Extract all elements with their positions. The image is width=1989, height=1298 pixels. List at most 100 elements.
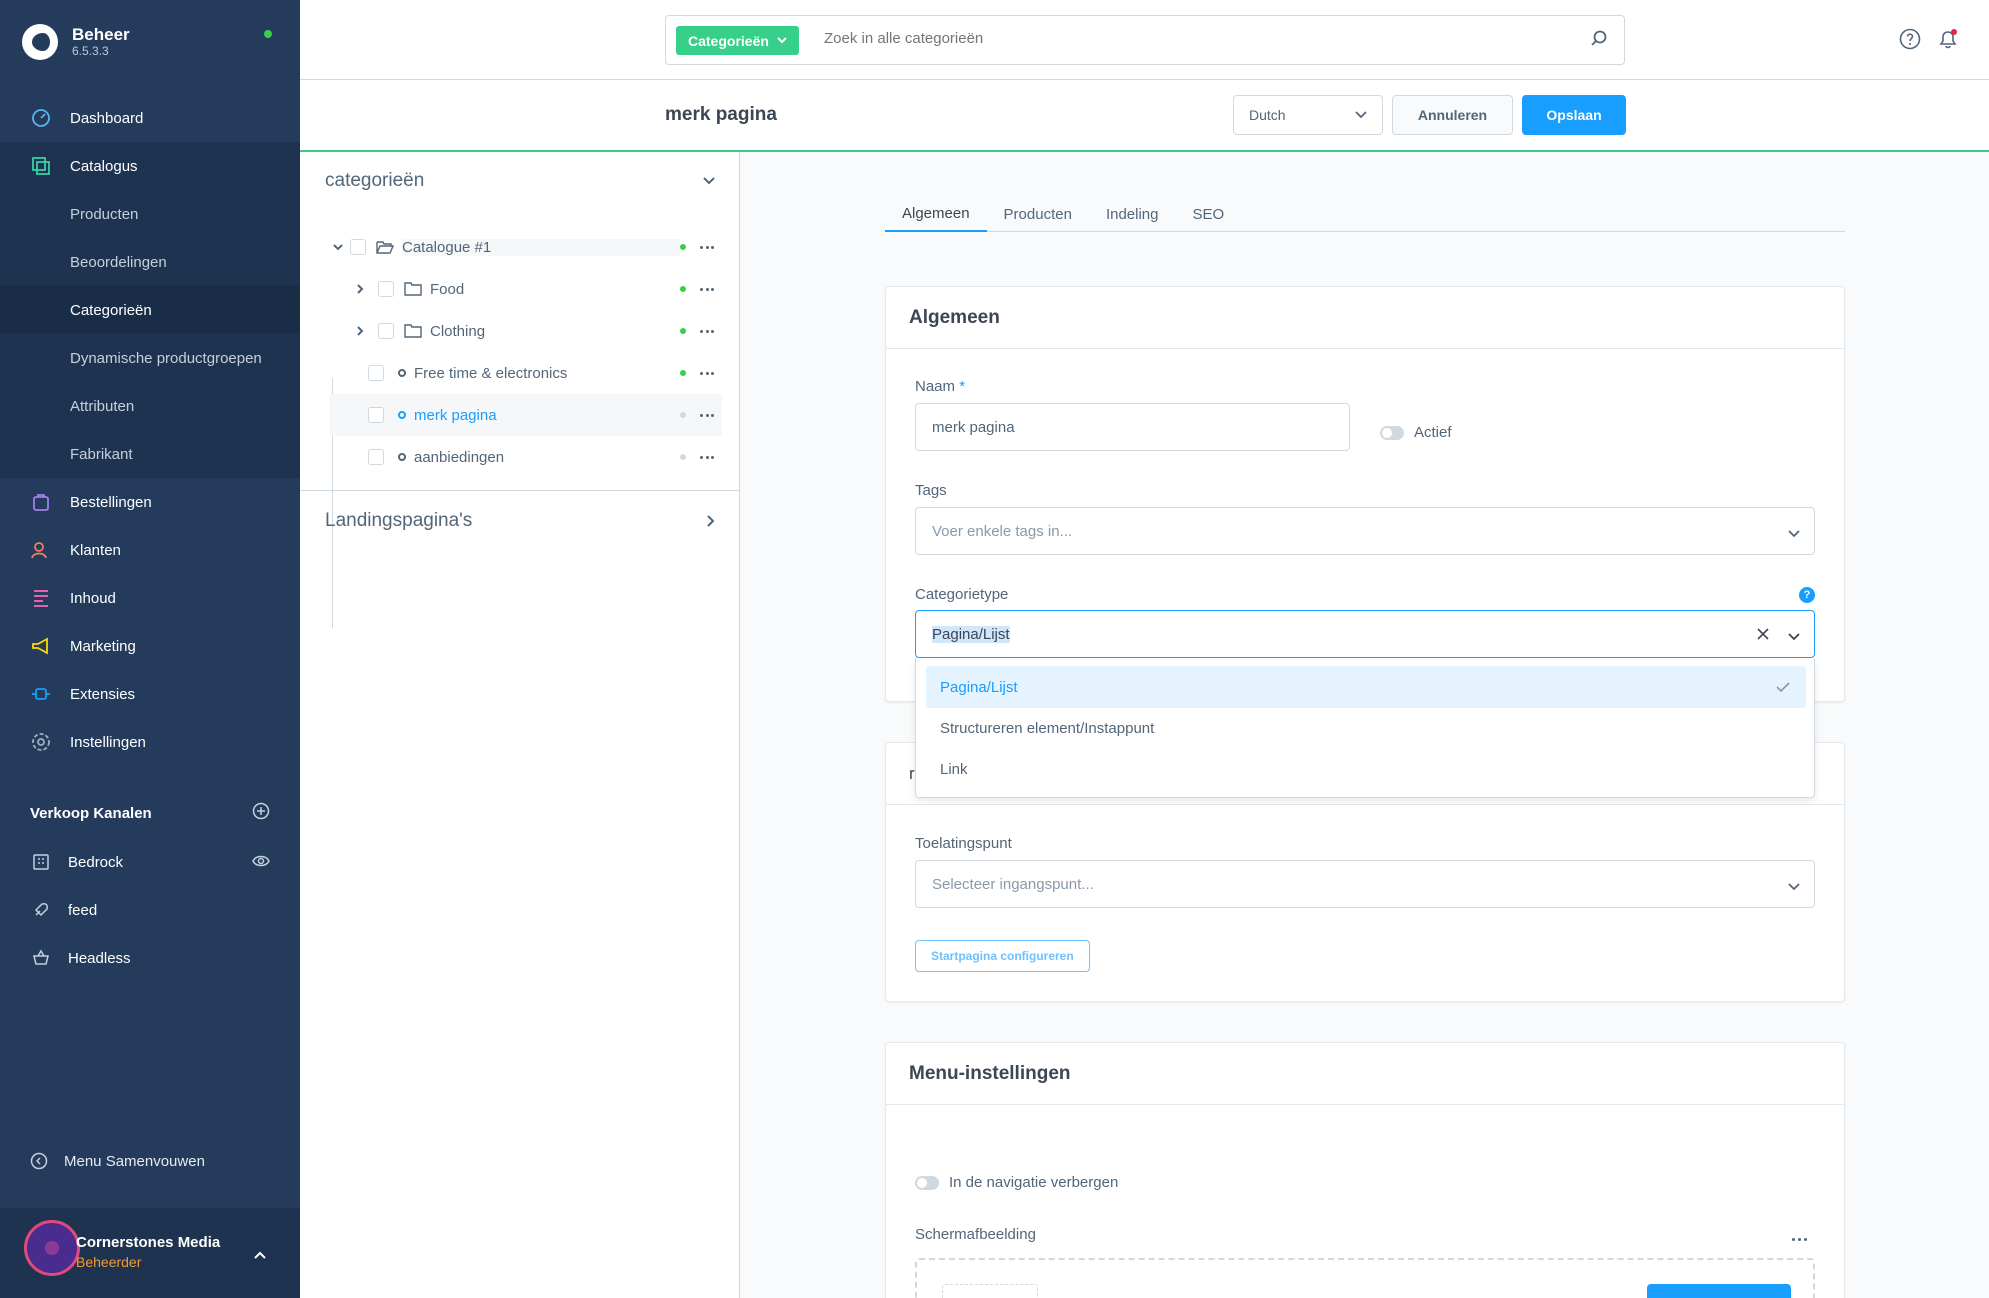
landing-pages-section[interactable]: Landingspagina's bbox=[300, 490, 740, 550]
tree-checkbox[interactable] bbox=[368, 449, 384, 465]
sub-products[interactable]: Producten bbox=[0, 190, 300, 238]
tab-products[interactable]: Producten bbox=[987, 196, 1089, 232]
eye-icon[interactable] bbox=[252, 854, 270, 872]
user-profile[interactable]: Cornerstones Media Beheerder bbox=[0, 1208, 300, 1298]
tab-general[interactable]: Algemeen bbox=[885, 196, 987, 232]
chevron-right-icon[interactable] bbox=[352, 284, 368, 294]
sub-attributes[interactable]: Attributen bbox=[0, 382, 300, 430]
basket-icon bbox=[30, 947, 52, 969]
save-button[interactable]: Opslaan bbox=[1522, 95, 1626, 135]
tree-item[interactable]: Catalogue #1 bbox=[330, 226, 722, 268]
nav-label: Instellingen bbox=[70, 733, 146, 751]
tree-header[interactable]: categorieën bbox=[325, 170, 715, 192]
status-dot-inactive bbox=[680, 454, 686, 460]
chevron-up-icon[interactable] bbox=[254, 1246, 266, 1263]
notification-bell-icon[interactable] bbox=[1937, 28, 1959, 54]
sub-categories[interactable]: Categorieën bbox=[0, 286, 300, 334]
nav-catalog[interactable]: Catalogus bbox=[0, 142, 300, 190]
sub-reviews[interactable]: Beoordelingen bbox=[0, 238, 300, 286]
dashboard-icon bbox=[30, 107, 52, 129]
chevron-down-icon bbox=[1355, 111, 1367, 119]
help-badge-icon[interactable]: ? bbox=[1799, 587, 1815, 603]
clear-icon[interactable] bbox=[1756, 627, 1770, 645]
media-upload-dropzone[interactable] bbox=[915, 1258, 1815, 1298]
tree-item[interactable]: Clothing bbox=[330, 310, 722, 352]
tree-checkbox[interactable] bbox=[350, 239, 366, 255]
option-page-list[interactable]: Pagina/Lijst bbox=[926, 666, 1806, 708]
shopware-logo[interactable] bbox=[22, 24, 58, 60]
tags-input[interactable]: Voer enkele tags in... bbox=[915, 507, 1815, 555]
category-tree: Catalogue #1 Food Clothing Free time & e… bbox=[330, 226, 722, 478]
more-actions-icon[interactable] bbox=[1792, 1238, 1807, 1241]
nav-orders[interactable]: Bestellingen bbox=[0, 478, 300, 526]
sales-channel-bedrock[interactable]: Bedrock bbox=[0, 838, 300, 886]
tree-item[interactable]: Free time & electronics bbox=[330, 352, 722, 394]
hide-in-nav-toggle-group[interactable]: In de navigatie verbergen bbox=[915, 1174, 1118, 1191]
option-structure-element[interactable]: Structureren element/Instappunt bbox=[926, 707, 1806, 749]
tree-item[interactable]: aanbiedingen bbox=[330, 436, 722, 478]
content-icon bbox=[30, 587, 52, 609]
brand: Beheer 6.5.3.3 bbox=[72, 25, 130, 58]
tree-item-selected[interactable]: merk pagina bbox=[330, 394, 722, 436]
help-icon[interactable] bbox=[1899, 28, 1921, 54]
tab-layout[interactable]: Indeling bbox=[1089, 196, 1176, 232]
more-actions-icon[interactable] bbox=[700, 455, 714, 459]
upload-button[interactable] bbox=[1647, 1284, 1791, 1298]
nav-marketing[interactable]: Marketing bbox=[0, 622, 300, 670]
customers-icon bbox=[30, 539, 52, 561]
sales-channel-feed[interactable]: feed bbox=[0, 886, 300, 934]
chevron-down-icon[interactable] bbox=[330, 243, 346, 251]
chevron-down-icon bbox=[1788, 525, 1800, 542]
name-label: Naam * bbox=[915, 378, 965, 395]
more-actions-icon[interactable] bbox=[700, 413, 714, 417]
name-label-text: Naam bbox=[915, 378, 956, 395]
active-toggle[interactable] bbox=[1380, 425, 1404, 440]
tree-checkbox[interactable] bbox=[378, 323, 394, 339]
search-input[interactable] bbox=[824, 30, 1544, 47]
tree-item[interactable]: Food bbox=[330, 268, 722, 310]
tab-seo[interactable]: SEO bbox=[1175, 196, 1241, 232]
option-label: Structureren element/Instappunt bbox=[940, 719, 1155, 737]
chevron-down-icon[interactable] bbox=[703, 177, 715, 185]
entry-point-select[interactable]: Selecteer ingangspunt... bbox=[915, 860, 1815, 908]
nav-extensions[interactable]: Extensies bbox=[0, 670, 300, 718]
language-switch[interactable]: Dutch bbox=[1233, 95, 1383, 135]
search-type-selector[interactable]: Categorieën bbox=[676, 26, 799, 55]
sales-channel-headless[interactable]: Headless bbox=[0, 934, 300, 982]
sales-channel-label: Bedrock bbox=[68, 853, 124, 871]
collapse-menu[interactable]: Menu Samenvouwen bbox=[30, 1152, 205, 1170]
sub-manufacturers[interactable]: Fabrikant bbox=[0, 430, 300, 478]
tree-checkbox[interactable] bbox=[368, 407, 384, 423]
configure-homepage-button[interactable]: Startpagina configureren bbox=[915, 940, 1090, 972]
tree-item-label: Catalogue #1 bbox=[402, 238, 680, 256]
tree-item-label: merk pagina bbox=[414, 406, 497, 424]
screenshot-label: Schermafbeelding bbox=[915, 1226, 1036, 1243]
nav-customers[interactable]: Klanten bbox=[0, 526, 300, 574]
category-type-select[interactable]: Pagina/Lijst bbox=[915, 610, 1815, 658]
add-sales-channel-icon[interactable] bbox=[252, 802, 270, 824]
active-label: Actief bbox=[1414, 424, 1452, 441]
chevron-right-icon[interactable] bbox=[707, 514, 715, 527]
more-actions-icon[interactable] bbox=[700, 287, 714, 291]
hide-in-nav-toggle[interactable] bbox=[915, 1175, 939, 1190]
nav-dashboard[interactable]: Dashboard bbox=[0, 94, 300, 142]
tree-checkbox[interactable] bbox=[378, 281, 394, 297]
catalog-submenu: Producten Beoordelingen Categorieën Dyna… bbox=[0, 190, 300, 478]
sub-dynamic-groups[interactable]: Dynamische productgroepen bbox=[0, 334, 300, 382]
cancel-button[interactable]: Annuleren bbox=[1392, 95, 1513, 135]
more-actions-icon[interactable] bbox=[700, 329, 714, 333]
search-icon[interactable] bbox=[1590, 30, 1608, 52]
name-input[interactable]: merk pagina bbox=[915, 403, 1350, 451]
tree-checkbox[interactable] bbox=[368, 365, 384, 381]
option-link[interactable]: Link bbox=[926, 748, 1806, 790]
more-actions-icon[interactable] bbox=[700, 245, 714, 249]
settings-icon bbox=[30, 731, 52, 753]
sales-channels-title: Verkoop Kanalen bbox=[30, 804, 152, 822]
more-actions-icon[interactable] bbox=[700, 371, 714, 375]
chevron-down-icon[interactable] bbox=[1788, 628, 1800, 645]
nav-content[interactable]: Inhoud bbox=[0, 574, 300, 622]
nav-settings[interactable]: Instellingen bbox=[0, 718, 300, 766]
chevron-right-icon[interactable] bbox=[352, 326, 368, 336]
active-toggle-group[interactable]: Actief bbox=[1380, 424, 1452, 441]
checkmark-icon bbox=[1776, 680, 1790, 697]
